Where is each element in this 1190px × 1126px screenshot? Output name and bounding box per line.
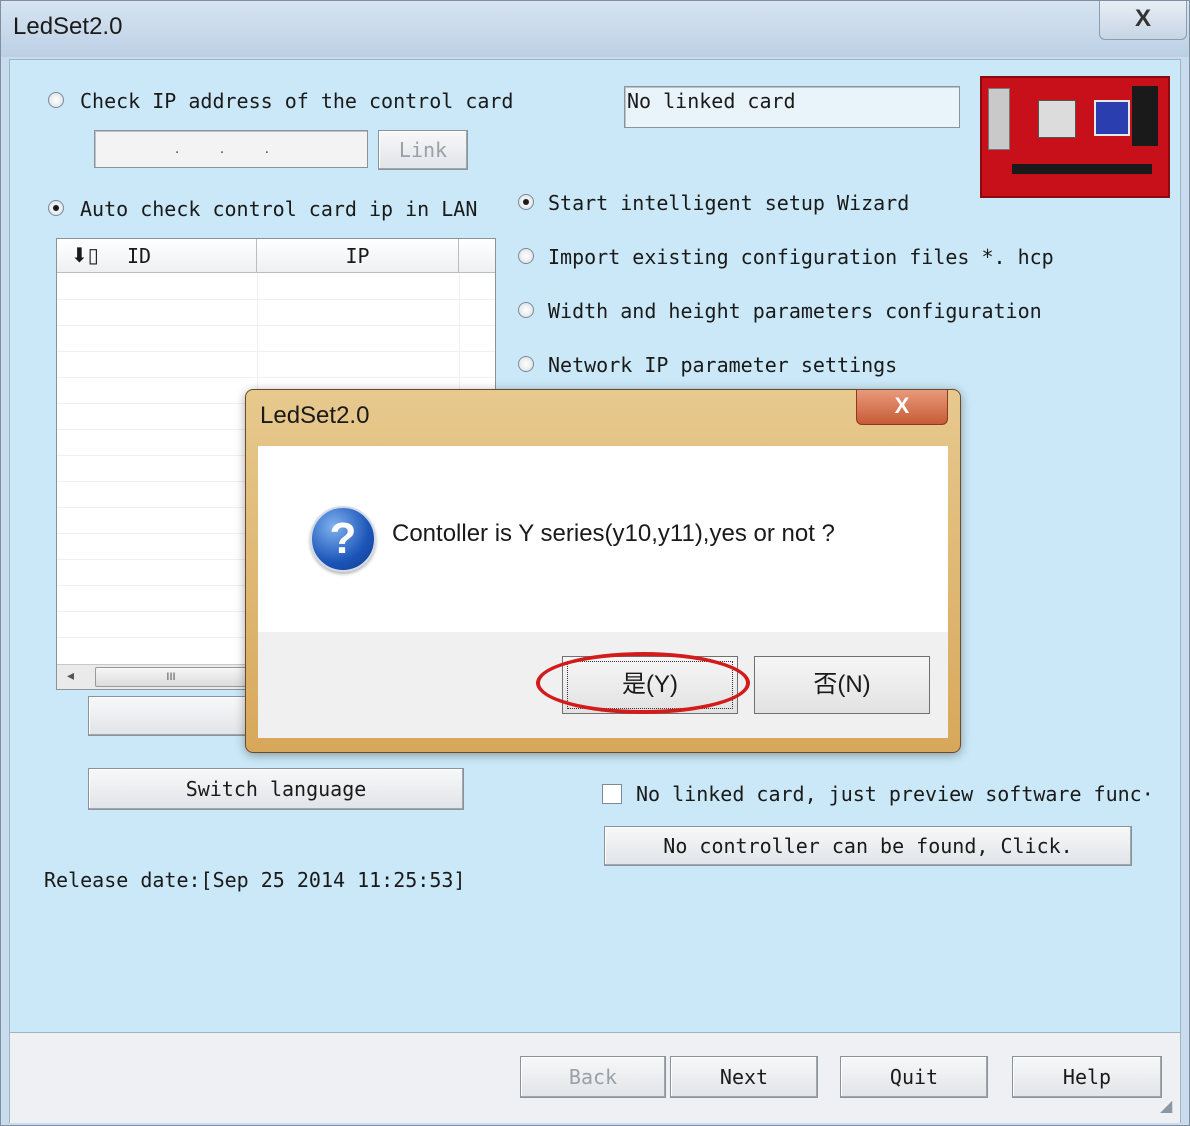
status-box: No linked card	[624, 86, 960, 128]
card-chip-blue	[1094, 100, 1130, 136]
radio-import-config[interactable]	[518, 248, 534, 264]
radio-setup-wizard-label: Start intelligent setup Wizard	[548, 191, 910, 215]
link-button[interactable]: Link	[378, 130, 468, 170]
row-line	[57, 299, 495, 300]
card-chip	[1038, 100, 1076, 138]
quit-button[interactable]: Quit	[840, 1056, 988, 1098]
radio-network-ip-label: Network IP parameter settings	[548, 353, 898, 377]
radio-check-ip-label: Check IP address of the control card	[80, 89, 514, 113]
radio-import-config-label: Import existing configuration files *. h…	[548, 245, 1054, 269]
row-line	[57, 377, 495, 378]
close-button[interactable]: X	[1099, 1, 1187, 40]
list-header-empty	[459, 239, 495, 273]
preview-checkbox[interactable]	[602, 784, 622, 804]
card-header-pins	[1012, 164, 1152, 174]
highlight-annotation	[536, 652, 750, 714]
switch-language-button[interactable]: Switch language	[88, 768, 464, 810]
radio-width-height-label: Width and height parameters configuratio…	[548, 299, 1042, 323]
help-button[interactable]: Help	[1012, 1056, 1162, 1098]
card-connector	[1132, 86, 1158, 146]
confirm-dialog: LedSet2.0 X ? Contoller is Y series(y10,…	[245, 389, 961, 753]
next-button[interactable]: Next	[670, 1056, 818, 1098]
radio-auto-check-label: Auto check control card ip in LAN	[80, 197, 478, 221]
list-header-id-label: ID	[127, 244, 152, 268]
radio-width-height[interactable]	[518, 302, 534, 318]
sort-icon: ⬇▯	[71, 245, 99, 267]
list-header-id[interactable]: ⬇▯ ID	[57, 239, 257, 273]
window-title: LedSet2.0	[13, 13, 123, 40]
ip-address-input[interactable]: . . .	[94, 130, 368, 168]
no-controller-button[interactable]: No controller can be found, Click.	[604, 826, 1132, 866]
scroll-left-icon[interactable]: ◂	[67, 667, 74, 684]
card-port	[988, 88, 1010, 150]
resize-grip-icon[interactable]: ◢	[1160, 1096, 1172, 1116]
dialog-message: Contoller is Y series(y10,y11),yes or no…	[392, 520, 835, 547]
radio-check-ip[interactable]	[48, 92, 64, 108]
back-button[interactable]: Back	[520, 1056, 666, 1098]
title-bar[interactable]: LedSet2.0 X	[1, 1, 1189, 57]
no-button[interactable]: 否(N)	[754, 656, 930, 714]
radio-setup-wizard[interactable]	[518, 194, 534, 210]
row-line	[57, 325, 495, 326]
radio-network-ip[interactable]	[518, 356, 534, 372]
controller-card-image	[980, 76, 1170, 198]
main-window: LedSet2.0 X Check IP address of the cont…	[0, 0, 1190, 1126]
dialog-close-button[interactable]: X	[856, 390, 948, 425]
row-line	[57, 351, 495, 352]
release-date: Release date:[Sep 25 2014 11:25:53]	[44, 868, 466, 892]
dialog-body: ? Contoller is Y series(y10,y11),yes or …	[258, 446, 948, 632]
list-header-ip[interactable]: IP	[257, 239, 459, 273]
dialog-title: LedSet2.0	[260, 402, 370, 429]
question-icon: ?	[310, 506, 376, 572]
preview-checkbox-label: No linked card, just preview software fu…	[636, 782, 1154, 806]
radio-auto-check[interactable]	[48, 200, 64, 216]
scroll-thumb[interactable]: III	[95, 667, 247, 687]
